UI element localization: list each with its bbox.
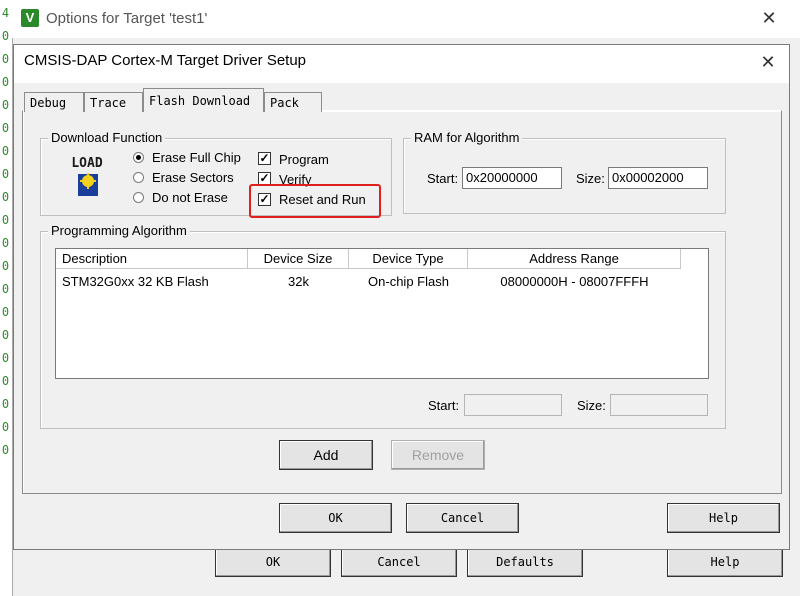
reset-and-run-highlight bbox=[249, 184, 381, 218]
inner-ok-button[interactable]: OK bbox=[279, 503, 392, 533]
outer-ok-button[interactable]: OK bbox=[215, 547, 331, 577]
ram-start-input[interactable]: 0x20000000 bbox=[462, 167, 562, 189]
gutter-line-marker: 0 bbox=[1, 190, 10, 204]
gutter-line-marker: 0 bbox=[1, 374, 10, 388]
ram-for-algorithm-legend: RAM for Algorithm bbox=[411, 130, 523, 145]
gutter-line-marker: 0 bbox=[1, 328, 10, 342]
gutter-line-marker: 0 bbox=[1, 213, 10, 227]
gutter-line-marker: 0 bbox=[1, 397, 10, 411]
erase-sectors-label: Erase Sectors bbox=[152, 170, 234, 185]
program-checkbox[interactable]: ✓ bbox=[258, 152, 271, 165]
inner-help-button[interactable]: Help bbox=[667, 503, 780, 533]
erase-full-chip-radio[interactable] bbox=[133, 152, 144, 163]
algo-start-label: Start: bbox=[428, 398, 460, 413]
gutter-line-marker: 0 bbox=[1, 29, 10, 43]
gutter-line-marker: 0 bbox=[1, 305, 10, 319]
table-row-address-range[interactable]: 08000000H - 08007FFFH bbox=[468, 274, 681, 289]
column-header-description[interactable]: Description bbox=[56, 249, 248, 269]
column-header-address-range[interactable]: Address Range bbox=[468, 249, 681, 269]
ram-size-input[interactable]: 0x00002000 bbox=[608, 167, 708, 189]
gutter-line-marker: 0 bbox=[1, 351, 10, 365]
column-header-device-type[interactable]: Device Type bbox=[349, 249, 468, 269]
column-header-device-size[interactable]: Device Size bbox=[248, 249, 349, 269]
gutter-line-marker: 0 bbox=[1, 443, 10, 457]
algo-size-label: Size: bbox=[577, 398, 606, 413]
remove-button: Remove bbox=[391, 440, 485, 470]
outer-defaults-button[interactable]: Defaults bbox=[467, 547, 583, 577]
inner-dialog-title: CMSIS-DAP Cortex-M Target Driver Setup bbox=[24, 52, 307, 69]
programming-algorithm-legend: Programming Algorithm bbox=[48, 223, 190, 238]
do-not-erase-radio[interactable] bbox=[133, 192, 144, 203]
gutter-line-marker: 0 bbox=[1, 236, 10, 250]
gutter-line-marker: 0 bbox=[1, 75, 10, 89]
outer-close-icon[interactable]: ✕ bbox=[759, 8, 779, 29]
program-label: Program bbox=[279, 152, 329, 167]
outer-dialog-title: Options for Target 'test1' bbox=[46, 10, 208, 27]
tab-pack[interactable]: Pack bbox=[264, 92, 322, 112]
tab-debug[interactable]: Debug bbox=[24, 92, 84, 112]
gutter-line-marker: 0 bbox=[1, 420, 10, 434]
add-button[interactable]: Add bbox=[279, 440, 373, 470]
ram-size-label: Size: bbox=[576, 171, 605, 186]
do-not-erase-label: Do not Erase bbox=[152, 190, 228, 205]
keil-app-icon: V bbox=[21, 9, 39, 27]
gutter-line-marker: 0 bbox=[1, 144, 10, 158]
inner-cancel-button[interactable]: Cancel bbox=[406, 503, 519, 533]
outer-cancel-button[interactable]: Cancel bbox=[341, 547, 457, 577]
erase-sectors-radio[interactable] bbox=[133, 172, 144, 183]
load-icon-label: LOAD bbox=[71, 156, 103, 171]
table-row-device-type[interactable]: On-chip Flash bbox=[349, 274, 468, 289]
gutter-line-marker: 0 bbox=[1, 52, 10, 66]
tab-trace[interactable]: Trace bbox=[84, 92, 143, 112]
algo-size-input bbox=[610, 394, 708, 416]
table-row-device-size[interactable]: 32k bbox=[248, 274, 349, 289]
erase-full-chip-label: Erase Full Chip bbox=[152, 150, 241, 165]
outer-help-button[interactable]: Help bbox=[667, 547, 783, 577]
gutter-line-marker: 0 bbox=[1, 121, 10, 135]
gutter-line-marker: 0 bbox=[1, 98, 10, 112]
gutter-line-marker: 0 bbox=[1, 167, 10, 181]
tab-flash-download[interactable]: Flash Download bbox=[143, 88, 264, 112]
algo-start-input bbox=[464, 394, 562, 416]
download-function-legend: Download Function bbox=[48, 130, 166, 145]
inner-close-icon[interactable]: ✕ bbox=[758, 52, 778, 73]
ram-start-label: Start: bbox=[427, 171, 459, 186]
gutter-line-marker: 0 bbox=[1, 259, 10, 273]
gutter-line-marker: 4 bbox=[1, 6, 10, 20]
gutter-line-marker: 0 bbox=[1, 282, 10, 296]
table-row-description[interactable]: STM32G0xx 32 KB Flash bbox=[62, 274, 209, 289]
